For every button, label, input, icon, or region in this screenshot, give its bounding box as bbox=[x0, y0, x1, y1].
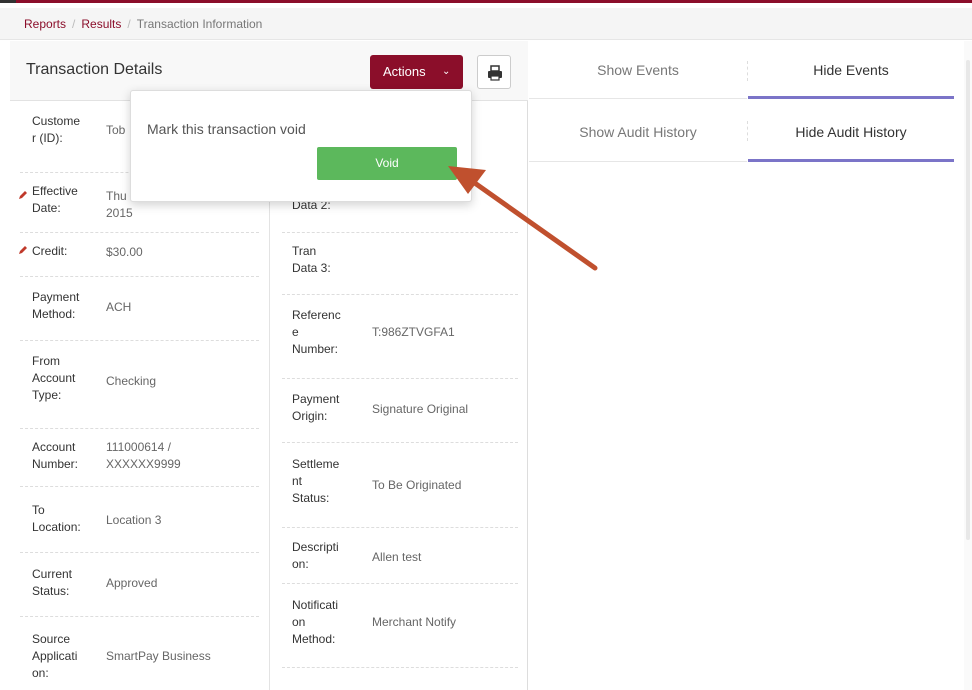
breadcrumb-current: Transaction Information bbox=[136, 17, 263, 31]
field-value: Tob bbox=[106, 123, 126, 137]
field-row: Current Status: Approved bbox=[20, 553, 259, 617]
field-row: Payment Method: ACH bbox=[20, 277, 259, 341]
pencil-icon[interactable] bbox=[18, 190, 28, 200]
breadcrumb-reports[interactable]: Reports bbox=[24, 17, 66, 31]
field-row: Credit: $30.00 bbox=[18, 233, 259, 277]
field-row: Account Number: 111000614 /XXXXXX9999 bbox=[20, 429, 259, 487]
field-value: Approved bbox=[106, 576, 158, 590]
field-value: To Be Originated bbox=[372, 478, 462, 492]
field-label: Account Number: bbox=[32, 440, 79, 471]
field-label: Credit: bbox=[32, 244, 68, 258]
field-label: Current Status: bbox=[32, 567, 73, 598]
field-row: Source Applicati on: SmartPay Business bbox=[20, 617, 259, 690]
pencil-icon[interactable] bbox=[18, 245, 28, 255]
print-icon bbox=[488, 65, 502, 81]
scrollbar-thumb[interactable] bbox=[966, 60, 970, 540]
void-popover: Mark this transaction void Void bbox=[130, 90, 472, 202]
field-label: Custome r (ID): bbox=[32, 114, 81, 145]
field-value: 111000614 /XXXXXX9999 bbox=[106, 440, 181, 471]
field-label: Payment Method: bbox=[32, 290, 80, 321]
actions-label: Actions bbox=[383, 64, 426, 79]
field-label: Payment Origin: bbox=[292, 392, 340, 423]
actions-dropdown-button[interactable]: Actions ⌄ bbox=[370, 55, 463, 89]
tab-hide-audit-history[interactable]: Hide Audit History bbox=[748, 102, 954, 162]
field-row: Settleme nt Status: To Be Originated bbox=[282, 443, 518, 528]
field-value: $30.00 bbox=[106, 245, 143, 259]
field-value: SmartPay Business bbox=[106, 649, 211, 663]
field-value: Allen test bbox=[372, 550, 422, 564]
field-value: Thu 2015 bbox=[106, 189, 133, 220]
tab-show-events[interactable]: Show Events bbox=[529, 41, 747, 99]
events-panel: Show Events Hide Events Show Audit Histo… bbox=[529, 41, 972, 690]
field-row: Payment Origin: Signature Original bbox=[282, 379, 518, 443]
field-value: Checking bbox=[106, 374, 157, 388]
field-row: To Location: Location 3 bbox=[20, 487, 259, 553]
field-row: Referenc e Number: T:986ZTVGFA1 bbox=[282, 295, 518, 379]
field-label: Effective Date: bbox=[32, 184, 78, 215]
void-button[interactable]: Void bbox=[317, 147, 457, 180]
field-label: Source Applicati on: bbox=[32, 632, 78, 680]
tab-hide-events[interactable]: Hide Events bbox=[748, 41, 954, 99]
field-value: Location 3 bbox=[106, 513, 162, 527]
top-accent-line bbox=[0, 0, 972, 3]
annotation-arrow bbox=[448, 166, 598, 271]
breadcrumb: Reports / Results / Transaction Information bbox=[0, 8, 972, 40]
field-label: From Account Type: bbox=[32, 354, 76, 402]
tab-show-audit-history[interactable]: Show Audit History bbox=[529, 102, 747, 162]
popover-message: Mark this transaction void bbox=[147, 121, 306, 137]
field-value: Merchant Notify bbox=[372, 615, 457, 629]
field-value: T:986ZTVGFA1 bbox=[372, 325, 455, 339]
field-value: ACH bbox=[106, 300, 132, 314]
page-title: Transaction Details bbox=[26, 61, 163, 78]
field-label: Referenc e Number: bbox=[292, 308, 341, 356]
print-button[interactable] bbox=[477, 55, 511, 89]
breadcrumb-results[interactable]: Results bbox=[81, 17, 121, 31]
top-accent-line-left bbox=[0, 0, 16, 3]
field-label: Tran Data 3: bbox=[292, 244, 331, 275]
breadcrumb-separator: / bbox=[72, 17, 76, 31]
field-row: Descripti on: Allen test bbox=[282, 528, 518, 584]
breadcrumb-separator: / bbox=[127, 17, 131, 31]
field-label: Descripti on: bbox=[292, 540, 339, 571]
field-row: From Account Type: Checking bbox=[20, 341, 259, 429]
field-label: To Location: bbox=[32, 503, 81, 534]
field-row: Notificati on Method: Merchant Notify bbox=[282, 584, 518, 668]
chevron-down-icon: ⌄ bbox=[442, 66, 451, 77]
field-label: Notificati on Method: bbox=[292, 598, 339, 646]
field-label: Settleme nt Status: bbox=[292, 457, 340, 505]
field-value: Signature Original bbox=[372, 402, 469, 416]
